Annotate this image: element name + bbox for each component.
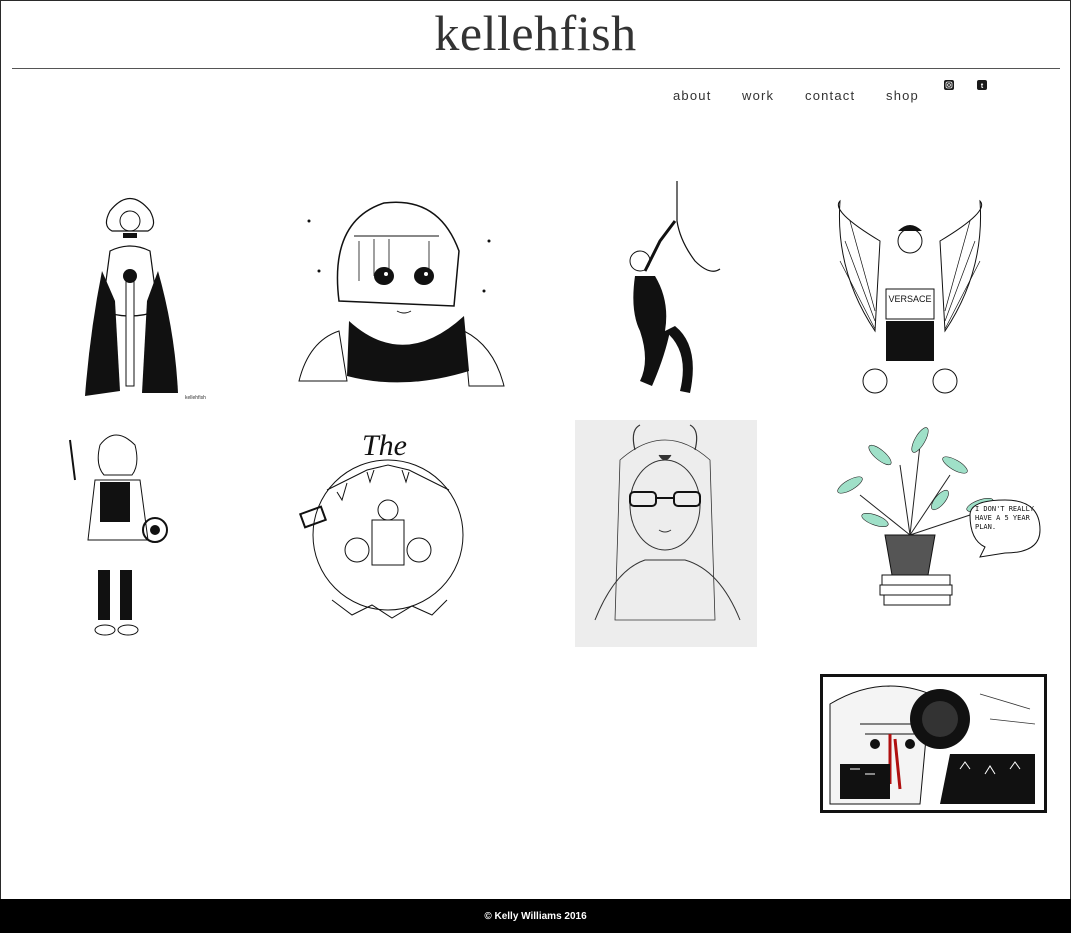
bloody-headphones-illustration xyxy=(820,674,1047,813)
artwork-bloody-headphones-girl[interactable] xyxy=(820,674,1047,813)
the-wreath-illustration: The xyxy=(292,420,484,645)
plant-illustration: I DON'T REALLY HAVE A 5 YEAR PLAN. xyxy=(820,425,1045,618)
horned-girl-illustration xyxy=(575,420,757,647)
copyright-text: © Kelly Williams 2016 xyxy=(484,910,587,922)
artwork-girl-with-sword[interactable]: kellehfish xyxy=(50,181,212,407)
girl-with-knife-illustration xyxy=(40,420,185,645)
svg-text:kellehfish: kellehfish xyxy=(185,395,206,401)
header-divider xyxy=(12,68,1060,69)
artwork-horned-girl-glasses[interactable] xyxy=(575,420,757,647)
versace-text: VERSACE xyxy=(888,294,931,304)
svg-text:t: t xyxy=(981,83,984,89)
nav-contact[interactable]: contact xyxy=(805,88,855,103)
nav-work[interactable]: work xyxy=(742,88,774,103)
artwork-girl-with-knife[interactable] xyxy=(40,420,185,645)
the-text: The xyxy=(362,429,407,462)
artwork-girl-with-scarf[interactable] xyxy=(289,181,513,407)
artwork-spider-gwen-hanging[interactable] xyxy=(580,181,734,407)
artwork-plant-five-year-plan[interactable]: I DON'T REALLY HAVE A 5 YEAR PLAN. xyxy=(820,425,1045,618)
spider-gwen-illustration xyxy=(580,181,734,407)
versace-angel-illustration: VERSACE xyxy=(820,181,1000,407)
artwork-versace-angel[interactable]: VERSACE xyxy=(820,181,1000,407)
instagram-icon[interactable] xyxy=(944,80,954,90)
girl-with-sword-illustration: kellehfish xyxy=(50,181,212,407)
artwork-the-wreath[interactable]: The xyxy=(292,420,484,645)
tumblr-icon[interactable]: t xyxy=(977,80,987,90)
nav-about[interactable]: about xyxy=(673,88,712,103)
footer: © Kelly Williams 2016 xyxy=(0,899,1071,933)
nav-shop[interactable]: shop xyxy=(886,88,919,103)
site-title[interactable]: kellehfish xyxy=(0,4,1071,62)
girl-with-scarf-illustration xyxy=(289,181,513,407)
speech-bubble-text: I DON'T REALLY HAVE A 5 YEAR PLAN. xyxy=(975,505,1035,531)
